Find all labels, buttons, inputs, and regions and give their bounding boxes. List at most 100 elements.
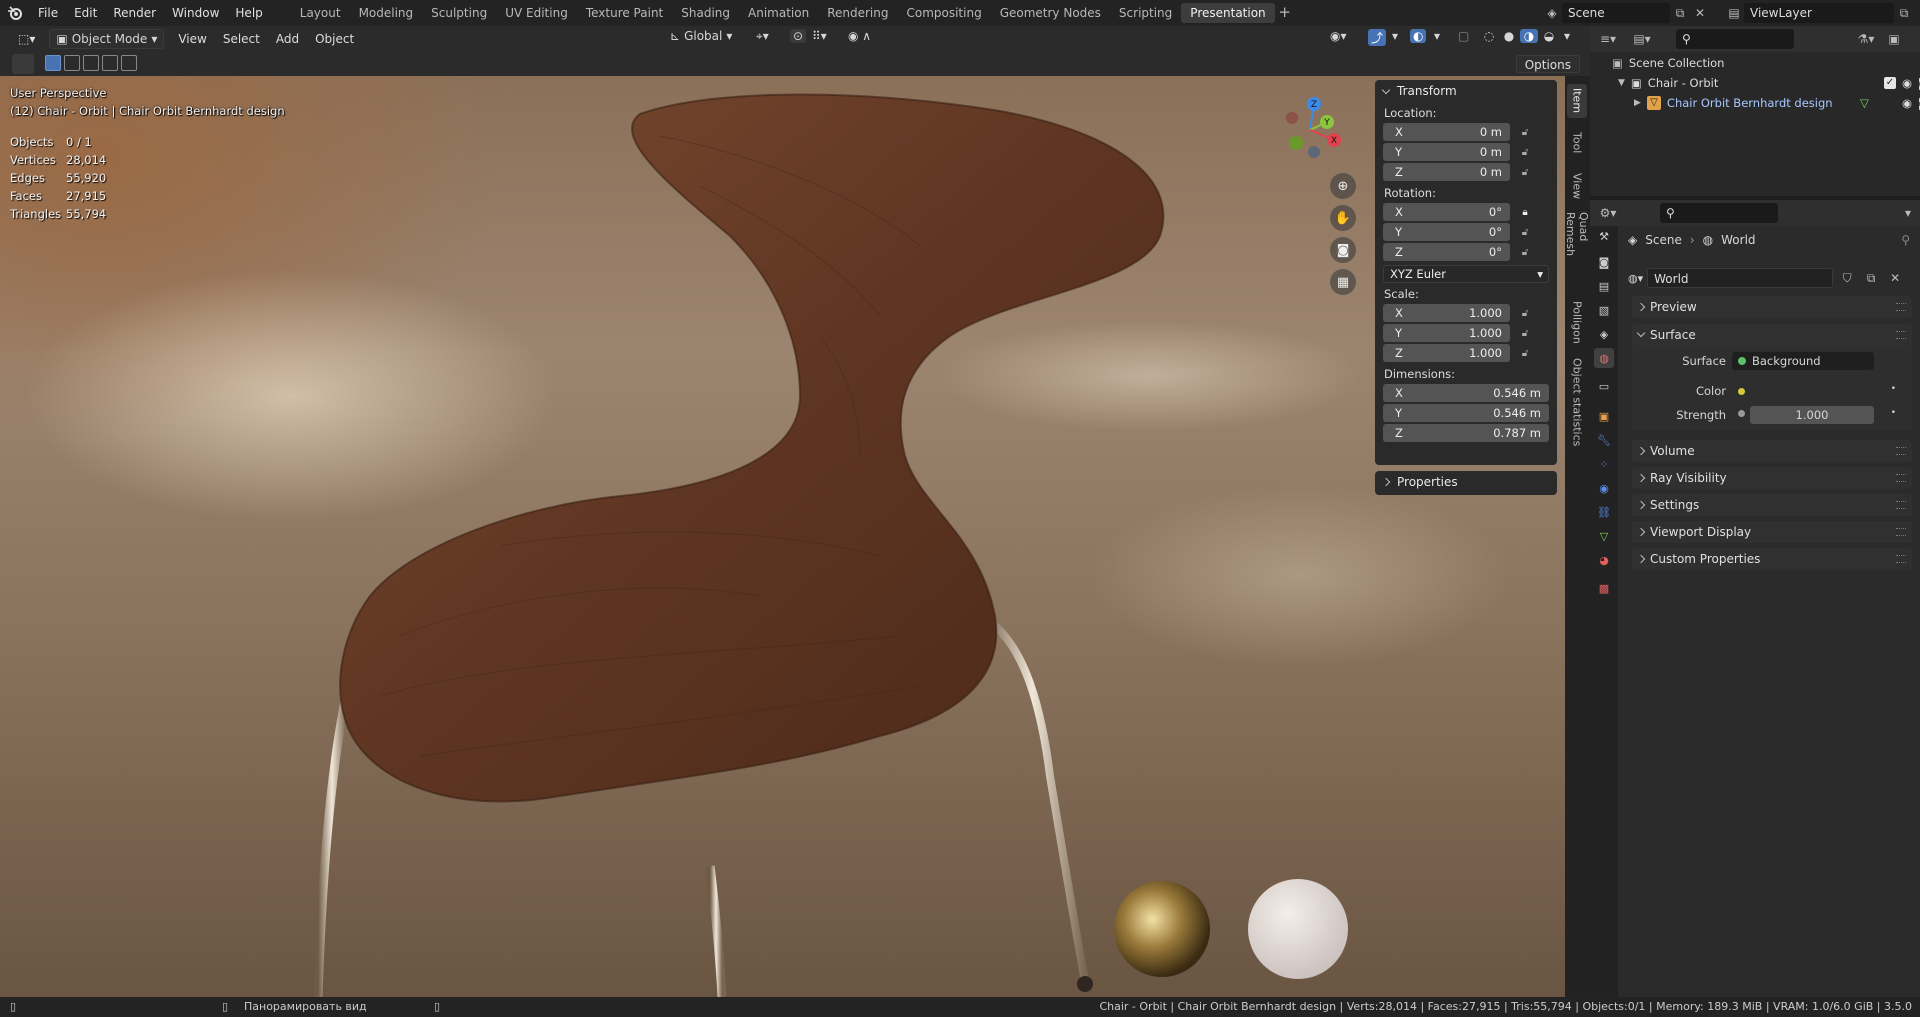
- particles-tab-icon[interactable]: ⁘: [1594, 454, 1614, 474]
- lock-open-icon[interactable]: 🔓︎: [1510, 227, 1540, 238]
- properties-search-input[interactable]: ⚲: [1660, 203, 1778, 223]
- scene-icon[interactable]: ◈: [1542, 3, 1562, 23]
- rendered-shading-icon[interactable]: ◒: [1540, 29, 1558, 43]
- drag-grip-icon[interactable]: [1896, 528, 1906, 536]
- lock-open-icon[interactable]: 🔓︎: [1510, 127, 1540, 138]
- menu-render[interactable]: Render: [105, 2, 164, 24]
- panel-surface[interactable]: Surface: [1632, 324, 1912, 346]
- lock-open-icon[interactable]: 🔓︎: [1510, 348, 1540, 359]
- tab-geometry-nodes[interactable]: Geometry Nodes: [991, 3, 1110, 23]
- lock-closed-icon[interactable]: 🔒︎: [1510, 207, 1540, 218]
- eye-icon[interactable]: ◉: [1902, 73, 1912, 93]
- scene-tab-icon[interactable]: ◈: [1594, 324, 1614, 344]
- tab-uv-editing[interactable]: UV Editing: [496, 3, 577, 23]
- transform-orientation[interactable]: ⊾ Global ▾: [670, 29, 732, 43]
- scale-z-field[interactable]: Z 1.000: [1383, 344, 1510, 362]
- panel-preview[interactable]: Preview: [1632, 296, 1912, 318]
- chevron-down-icon[interactable]: ▾: [1434, 29, 1440, 43]
- lock-open-icon[interactable]: 🔓︎: [1510, 147, 1540, 158]
- breadcrumb-scene[interactable]: Scene: [1645, 233, 1682, 247]
- breadcrumb-world[interactable]: World: [1721, 233, 1755, 247]
- physics-tab-icon[interactable]: ◉: [1594, 478, 1614, 498]
- world-name-field[interactable]: World: [1647, 268, 1834, 288]
- lock-open-icon[interactable]: 🔓︎: [1510, 167, 1540, 178]
- tab-scripting[interactable]: Scripting: [1110, 3, 1181, 23]
- options-dropdown[interactable]: Options: [1515, 55, 1580, 73]
- rotation-y-field[interactable]: Y 0°: [1383, 223, 1510, 241]
- chevron-down-icon[interactable]: ▾: [1560, 29, 1574, 43]
- collection-tab-icon[interactable]: ▭: [1594, 376, 1614, 396]
- transform-panel-header[interactable]: Transform: [1375, 80, 1557, 102]
- editor-type-icon[interactable]: ⚙▾: [1598, 203, 1618, 223]
- menu-add[interactable]: Add: [268, 29, 307, 49]
- delete-scene-icon[interactable]: ✕: [1690, 3, 1710, 23]
- drag-grip-icon[interactable]: [1896, 501, 1906, 509]
- select-intersect-icon[interactable]: [121, 55, 137, 71]
- animate-dot-icon[interactable]: •: [1891, 408, 1896, 418]
- tab-item[interactable]: Item: [1567, 84, 1587, 118]
- exclude-checkbox[interactable]: ✓: [1884, 77, 1896, 89]
- mesh-data-tab-icon[interactable]: ▽: [1594, 526, 1614, 546]
- dimensions-z-field[interactable]: Z 0.787 m: [1383, 424, 1549, 442]
- tab-layout[interactable]: Layout: [291, 3, 350, 23]
- viewlayer-icon[interactable]: ▤: [1724, 3, 1744, 23]
- view-layer-tab-icon[interactable]: ▧: [1594, 300, 1614, 320]
- tab-shading[interactable]: Shading: [672, 3, 739, 23]
- grid-view-icon[interactable]: ▦: [1330, 269, 1356, 295]
- outliner-row-object[interactable]: ▶ ▽ Chair Orbit Bernhardt design ▽ ◉ ◙: [1634, 93, 1920, 113]
- snap-icon[interactable]: ⊙: [790, 29, 807, 43]
- zoom-icon[interactable]: ⊕: [1330, 173, 1356, 199]
- output-tab-icon[interactable]: ▤: [1594, 276, 1614, 296]
- overlays-icon[interactable]: ◐: [1410, 29, 1427, 43]
- rotation-mode-dropdown[interactable]: XYZ Euler ▾: [1383, 265, 1549, 283]
- panel-viewport-display[interactable]: Viewport Display: [1632, 521, 1912, 543]
- 3d-viewport[interactable]: User Perspective (12) Chair - Orbit | Ch…: [0, 76, 1565, 997]
- lock-open-icon[interactable]: 🔓︎: [1510, 247, 1540, 258]
- world-browse-icon[interactable]: ◍▾: [1628, 272, 1643, 285]
- select-tool-icon[interactable]: [12, 54, 34, 74]
- menu-select[interactable]: Select: [215, 29, 268, 49]
- navigation-gizmo[interactable]: Z Y X: [1270, 90, 1350, 170]
- material-tab-icon[interactable]: ◕: [1594, 550, 1614, 570]
- drag-grip-icon[interactable]: [1896, 303, 1906, 311]
- drag-grip-icon[interactable]: [1896, 474, 1906, 482]
- tab-object-statistics[interactable]: Object statistics: [1567, 356, 1587, 448]
- tab-sculpting[interactable]: Sculpting: [422, 3, 496, 23]
- pivot-icon[interactable]: ⌖▾: [756, 29, 769, 44]
- lock-open-icon[interactable]: 🔓︎: [1510, 308, 1540, 319]
- select-subtract-icon[interactable]: [83, 55, 99, 71]
- unlink-icon[interactable]: ✕: [1885, 268, 1905, 288]
- location-x-field[interactable]: X 0 m: [1383, 123, 1510, 141]
- tab-polligon[interactable]: Polligon: [1567, 296, 1587, 348]
- add-workspace-button[interactable]: +: [1275, 3, 1295, 23]
- material-shading-icon[interactable]: ◑: [1520, 29, 1538, 43]
- delete-viewlayer-icon[interactable]: ✕: [1914, 3, 1920, 23]
- tool-tab-icon[interactable]: ⚒: [1594, 226, 1614, 246]
- duplicate-icon[interactable]: ⧉: [1861, 268, 1881, 288]
- animate-dot-icon[interactable]: •: [1891, 384, 1896, 394]
- xray-icon[interactable]: ▢: [1458, 29, 1469, 43]
- camera-icon[interactable]: ◙: [1330, 237, 1356, 263]
- mode-dropdown[interactable]: ▣ Object Mode ▾: [49, 29, 165, 49]
- menu-view[interactable]: View: [170, 29, 214, 49]
- blender-logo-icon[interactable]: [0, 0, 30, 26]
- gizmo-toggle-icon[interactable]: ⤴: [1368, 29, 1387, 46]
- menu-file[interactable]: File: [30, 2, 66, 24]
- drag-grip-icon[interactable]: [1896, 331, 1906, 339]
- outliner-row-collection[interactable]: ▼ ▣ Chair - Orbit ✓ ◉ ◙: [1618, 73, 1920, 93]
- menu-object[interactable]: Object: [307, 29, 362, 49]
- tab-tool[interactable]: Tool: [1567, 126, 1587, 160]
- chevron-down-icon[interactable]: ▾: [1392, 29, 1398, 43]
- display-mode-icon[interactable]: ▤▾: [1632, 29, 1652, 49]
- location-y-field[interactable]: Y 0 m: [1383, 143, 1510, 161]
- object-tab-icon[interactable]: ▣: [1594, 406, 1614, 426]
- editor-type-icon[interactable]: ≡▾: [1598, 29, 1618, 49]
- filter-icon[interactable]: ⚗▾: [1856, 29, 1876, 49]
- editor-type-icon[interactable]: ⬚▾: [10, 29, 43, 49]
- tab-modeling[interactable]: Modeling: [350, 3, 423, 23]
- tab-compositing[interactable]: Compositing: [897, 3, 990, 23]
- new-viewlayer-icon[interactable]: ⧉: [1894, 3, 1914, 23]
- viewlayer-name-field[interactable]: ViewLayer: [1744, 3, 1894, 23]
- scene-name-field[interactable]: Scene: [1562, 3, 1670, 23]
- new-scene-icon[interactable]: ⧉: [1670, 3, 1690, 23]
